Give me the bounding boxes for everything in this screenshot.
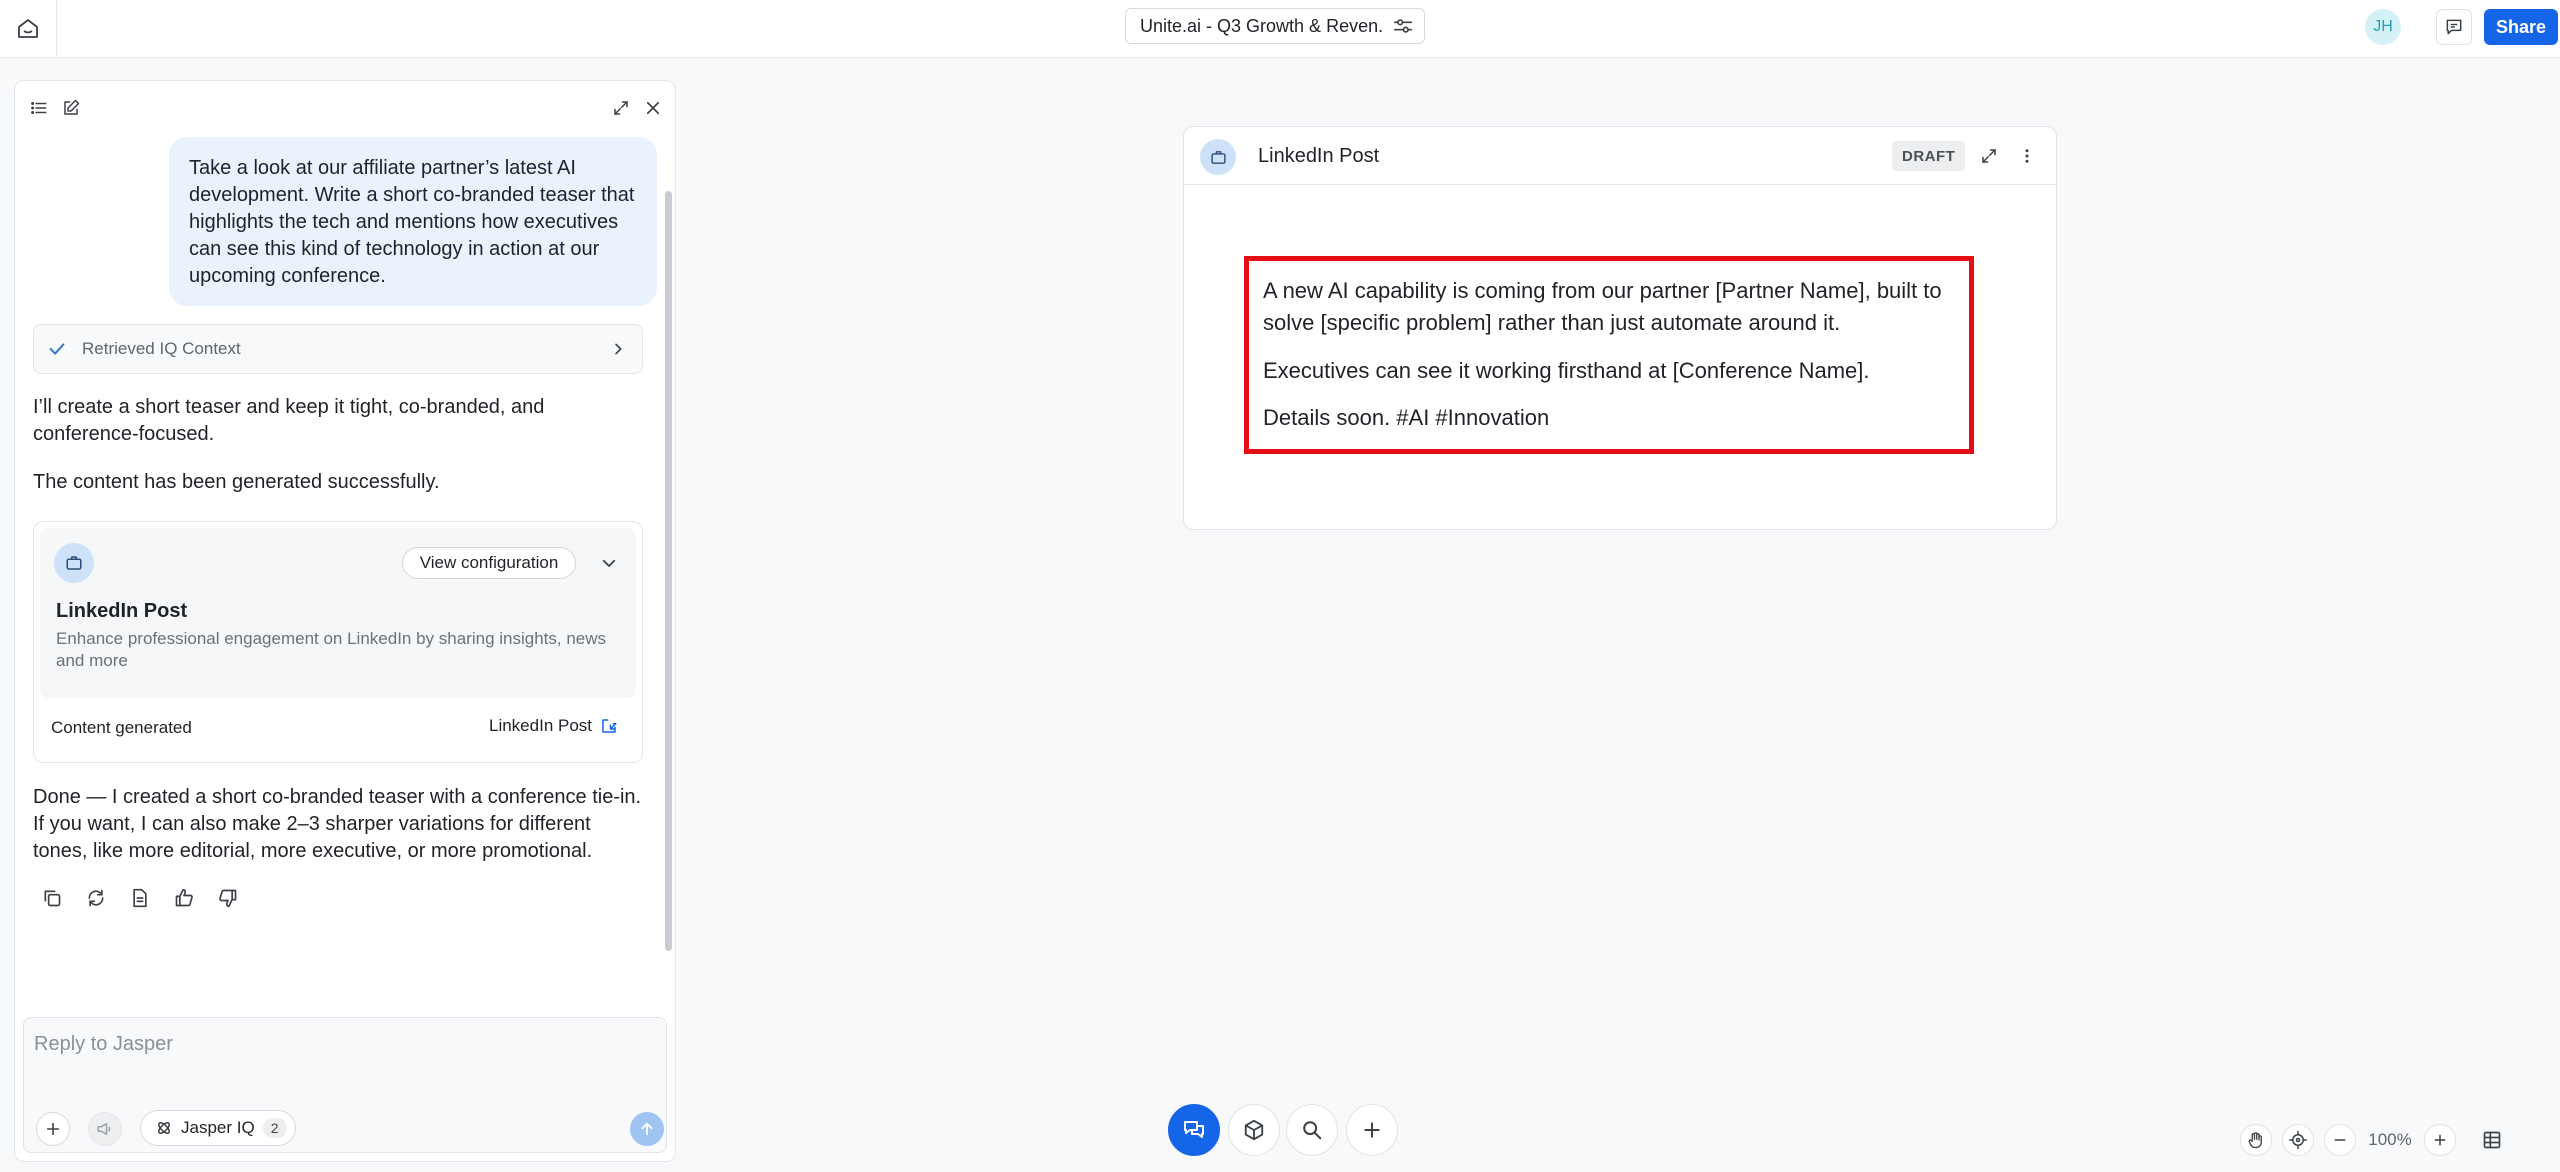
cube-icon: [1243, 1119, 1265, 1141]
document-expand-icon[interactable]: [1980, 147, 1998, 165]
jasper-iq-count: 2: [262, 1118, 287, 1138]
top-bar: Unite.ai - Q3 Growth & Reven... JH Share: [0, 0, 2560, 58]
ai-intro-text: I’ll create a short teaser and keep it t…: [33, 396, 545, 445]
post-paragraph-3[interactable]: Details soon. #AI #Innovation: [1263, 402, 1983, 434]
recenter-button[interactable]: [2282, 1124, 2314, 1156]
open-linkedin-post-link[interactable]: LinkedIn Post: [489, 716, 618, 736]
reply-input[interactable]: [34, 1026, 634, 1062]
open-linkedin-post-label: LinkedIn Post: [489, 716, 593, 735]
briefcase-icon: [54, 543, 94, 583]
checkmark-icon: [46, 338, 68, 360]
zoom-out-button[interactable]: [2324, 1124, 2356, 1156]
post-paragraph-1[interactable]: A new AI capability is coming from our p…: [1263, 275, 1983, 339]
message-actions: [37, 883, 243, 913]
retrieved-iq-context[interactable]: Retrieved IQ Context: [33, 324, 643, 374]
reply-composer: Jasper IQ 2: [23, 1017, 667, 1153]
content-status: Content generated: [51, 718, 192, 737]
chat-scrollbar[interactable]: [665, 191, 672, 951]
result-card-header: View configuration LinkedIn Post Enhance…: [40, 528, 636, 698]
hand-tool-button[interactable]: [2240, 1124, 2272, 1156]
add-attachment-button[interactable]: [36, 1112, 70, 1146]
document-title-selector[interactable]: Unite.ai - Q3 Growth & Reven...: [1125, 8, 1425, 44]
post-paragraph-2[interactable]: Executives can see it working firsthand …: [1263, 355, 1983, 387]
home-button[interactable]: [0, 0, 57, 57]
table-grid-icon: [2482, 1130, 2502, 1150]
document-card: LinkedIn Post DRAFT A new AI capability …: [1183, 126, 2057, 530]
thumbs-up-icon[interactable]: [169, 883, 199, 913]
zoom-in-button[interactable]: [2424, 1124, 2456, 1156]
chevron-right-icon: [610, 341, 626, 357]
open-document-icon: [600, 717, 618, 735]
draft-badge: DRAFT: [1892, 141, 1966, 171]
zoom-level: 100%: [2368, 1130, 2412, 1149]
list-icon[interactable]: [25, 94, 53, 122]
chat-tool-button[interactable]: [1168, 1104, 1220, 1156]
jasper-iq-label: Jasper IQ: [181, 1118, 255, 1137]
result-card: View configuration LinkedIn Post Enhance…: [33, 521, 643, 763]
result-card-description: Enhance professional engagement on Linke…: [56, 629, 607, 670]
document-title: Unite.ai - Q3 Growth & Reven...: [1140, 15, 1382, 36]
ai-status-text: The content has been generated successfu…: [33, 471, 440, 493]
result-card-title: LinkedIn Post: [56, 600, 188, 622]
view-configuration-button[interactable]: View configuration: [402, 547, 576, 579]
add-tool-button[interactable]: [1346, 1104, 1398, 1156]
minus-icon: [2333, 1133, 2347, 1147]
arrow-up-icon: [639, 1121, 655, 1137]
search-tool-button[interactable]: [1286, 1104, 1338, 1156]
home-icon: [16, 17, 40, 41]
jasper-iq-chip[interactable]: Jasper IQ 2: [140, 1110, 296, 1146]
components-tool-button[interactable]: [1228, 1104, 1280, 1156]
zoom-controls: 100%: [2240, 1120, 2508, 1160]
ai-done-text: Done — I created a short co-branded teas…: [33, 786, 642, 862]
jasper-iq-icon: [155, 1119, 173, 1137]
plus-icon: [45, 1121, 61, 1137]
voice-button[interactable]: [88, 1112, 122, 1146]
megaphone-icon: [96, 1120, 114, 1138]
comments-button[interactable]: [2436, 9, 2472, 45]
settings-sliders-icon[interactable]: [1392, 15, 1414, 37]
iq-context-label: Retrieved IQ Context: [82, 339, 241, 358]
document-icon[interactable]: [125, 883, 155, 913]
document-briefcase-icon: [1200, 139, 1236, 175]
copy-icon[interactable]: [37, 883, 67, 913]
chat-bubbles-icon: [1182, 1118, 1206, 1142]
comment-icon: [2444, 17, 2464, 37]
plus-icon: [2433, 1133, 2447, 1147]
document-title-label: LinkedIn Post: [1258, 145, 1380, 167]
thumbs-down-icon[interactable]: [213, 883, 243, 913]
user-message: Take a look at our affiliate partner’s l…: [169, 137, 657, 306]
send-button[interactable]: [630, 1112, 664, 1146]
share-button[interactable]: Share: [2484, 9, 2558, 45]
more-options-icon[interactable]: [2018, 147, 2036, 165]
hand-icon: [2247, 1131, 2265, 1149]
chevron-down-icon[interactable]: [600, 554, 618, 572]
chat-panel: Take a look at our affiliate partner’s l…: [14, 80, 676, 1162]
grid-view-button[interactable]: [2476, 1124, 2508, 1156]
close-icon[interactable]: [639, 94, 667, 122]
search-icon: [1301, 1119, 1323, 1141]
user-avatar[interactable]: JH: [2365, 9, 2401, 45]
plus-icon: [1362, 1120, 1382, 1140]
regenerate-icon[interactable]: [81, 883, 111, 913]
crosshair-icon: [2289, 1131, 2307, 1149]
expand-icon[interactable]: [607, 94, 635, 122]
document-header: LinkedIn Post DRAFT: [1184, 127, 2056, 185]
new-chat-edit-icon[interactable]: [57, 94, 85, 122]
